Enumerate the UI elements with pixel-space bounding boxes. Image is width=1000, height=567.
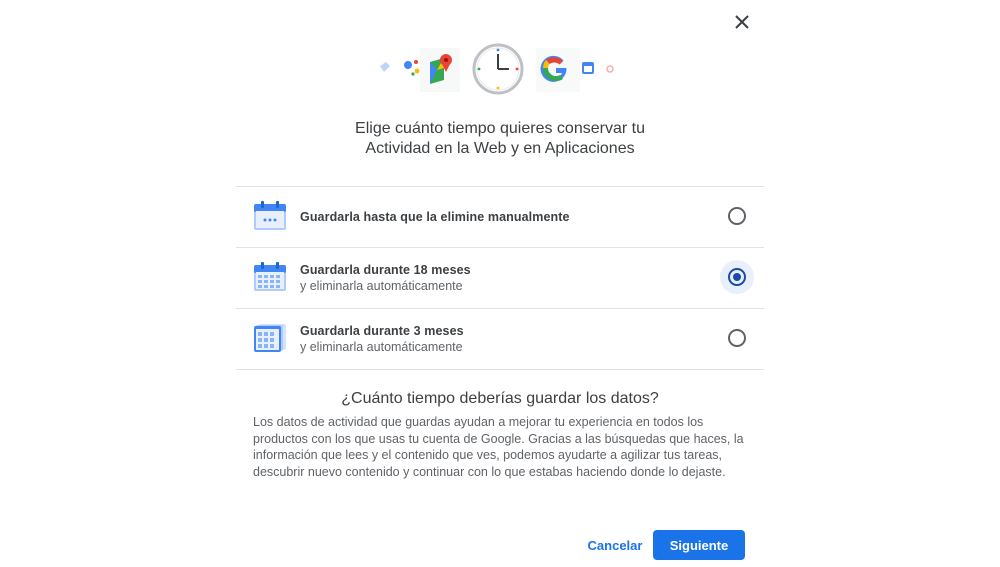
calendar-3-months-icon bbox=[253, 323, 287, 353]
option-3-months[interactable]: Guardarla durante 3 meses y eliminarla a… bbox=[236, 309, 764, 370]
dialog-title: Elige cuánto tiempo quieres conservar tu… bbox=[250, 119, 750, 159]
dialog-title-line1: Elige cuánto tiempo quieres conservar tu bbox=[355, 120, 645, 137]
cancel-button[interactable]: Cancelar bbox=[580, 530, 650, 560]
next-button[interactable]: Siguiente bbox=[653, 530, 745, 560]
photos-icon bbox=[606, 65, 614, 73]
option-manual[interactable]: Guardarla hasta que la elimine manualmen… bbox=[236, 187, 764, 248]
dialog: Elige cuánto tiempo quieres conservar tu… bbox=[0, 0, 1000, 567]
option-18-months-label: Guardarla durante 18 meses bbox=[300, 263, 471, 277]
option-3-months-sublabel: y eliminarla automáticamente bbox=[300, 340, 463, 354]
close-icon bbox=[735, 15, 749, 29]
option-3-months-radio[interactable] bbox=[728, 329, 746, 347]
option-3-months-radio-wrap[interactable] bbox=[720, 321, 754, 355]
dialog-title-line2: Actividad en la Web y en Aplicaciones bbox=[365, 140, 635, 157]
clock-icon bbox=[472, 43, 524, 95]
hero-illustration bbox=[370, 40, 630, 100]
option-manual-label: Guardarla hasta que la elimine manualmen… bbox=[300, 210, 570, 224]
option-18-months-radio-wrap[interactable] bbox=[720, 260, 754, 294]
close-button[interactable] bbox=[731, 11, 753, 33]
maps-icon bbox=[420, 48, 460, 92]
tag-icon bbox=[380, 62, 390, 72]
option-manual-radio[interactable] bbox=[728, 207, 746, 225]
question-heading: ¿Cuánto tiempo deberías guardar los dato… bbox=[341, 390, 659, 407]
option-18-months-radio[interactable] bbox=[728, 268, 746, 286]
calendar-18-months-icon bbox=[253, 262, 287, 292]
option-3-months-label: Guardarla durante 3 meses bbox=[300, 324, 464, 338]
calendar-icon bbox=[253, 201, 287, 231]
description-text: Los datos de actividad que guardas ayuda… bbox=[253, 415, 744, 479]
option-manual-radio-wrap[interactable] bbox=[720, 199, 754, 233]
retention-options: Guardarla hasta que la elimine manualmen… bbox=[236, 186, 764, 370]
option-18-months-sublabel: y eliminarla automáticamente bbox=[300, 279, 463, 293]
calendar-app-icon bbox=[582, 62, 594, 74]
option-18-months[interactable]: Guardarla durante 18 meses y eliminarla … bbox=[236, 248, 764, 309]
assistant-icon bbox=[404, 60, 420, 76]
google-icon bbox=[536, 48, 580, 92]
